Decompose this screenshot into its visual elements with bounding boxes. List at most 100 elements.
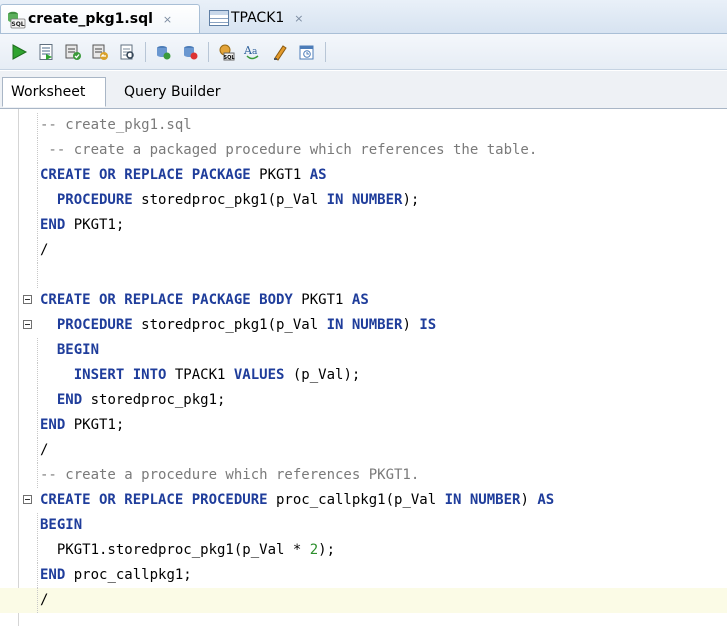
code-line[interactable]: / bbox=[0, 588, 727, 613]
code-line[interactable]: -- create_pkg1.sql bbox=[0, 113, 727, 138]
sql-keyword: END bbox=[40, 567, 66, 583]
sql-text: / bbox=[40, 592, 49, 608]
code-line[interactable]: PROCEDURE storedproc_pkg1(p_Val IN NUMBE… bbox=[0, 313, 727, 338]
fold-collapse-icon[interactable] bbox=[23, 320, 32, 329]
sql-text: ); bbox=[402, 192, 420, 208]
sql-keyword: PROCEDURE bbox=[56, 317, 133, 333]
tab-query-builder[interactable]: Query Builder bbox=[116, 77, 229, 107]
sql-text: (p_Val); bbox=[284, 367, 361, 383]
code-line[interactable]: / bbox=[0, 238, 727, 263]
indent-guide bbox=[37, 138, 38, 163]
code-text: INSERT INTO TPACK1 VALUES (p_Val); bbox=[40, 363, 361, 388]
sql-text: storedproc_pkg1(p_Val bbox=[132, 192, 327, 208]
to-upper-case-icon[interactable]: Aa bbox=[242, 41, 264, 63]
code-line[interactable]: PKGT1.storedproc_pkg1(p_Val * 2); bbox=[0, 538, 727, 563]
code-line[interactable]: INSERT INTO TPACK1 VALUES (p_Val); bbox=[0, 363, 727, 388]
code-line[interactable]: END PKGT1; bbox=[0, 213, 727, 238]
code-line[interactable]: END storedproc_pkg1; bbox=[0, 388, 727, 413]
code-line[interactable]: PROCEDURE storedproc_pkg1(p_Val IN NUMBE… bbox=[0, 188, 727, 213]
sql-editor[interactable]: -- create_pkg1.sql -- create a packaged … bbox=[0, 109, 727, 626]
code-text: END proc_callpkg1; bbox=[40, 563, 192, 588]
run-statement-icon[interactable] bbox=[8, 41, 30, 63]
tab-tpack1[interactable]: TPACK1 × bbox=[205, 4, 325, 32]
code-text: / bbox=[40, 238, 48, 263]
sql-keyword: END bbox=[56, 392, 83, 408]
sql-keyword: IS bbox=[419, 317, 437, 333]
code-line[interactable]: -- create a packaged procedure which ref… bbox=[0, 138, 727, 163]
code-text: -- create_pkg1.sql bbox=[40, 113, 192, 138]
unshared-sql-icon[interactable]: SQL bbox=[215, 41, 237, 63]
sql-keyword: IN NUMBER bbox=[326, 317, 403, 333]
sql-keyword: AS bbox=[309, 167, 327, 183]
editor-sub-tabs: Worksheet Query Builder bbox=[0, 71, 727, 109]
code-line[interactable] bbox=[0, 263, 727, 288]
autotrace-icon[interactable] bbox=[116, 41, 138, 63]
rollback-icon[interactable] bbox=[89, 41, 111, 63]
fold-collapse-icon[interactable] bbox=[23, 295, 32, 304]
indent-guide bbox=[37, 413, 38, 438]
run-script-icon[interactable] bbox=[35, 41, 57, 63]
code-text: CREATE OR REPLACE PACKAGE BODY PKGT1 AS bbox=[40, 288, 369, 313]
indent-guide bbox=[37, 588, 38, 613]
code-line[interactable]: CREATE OR REPLACE PACKAGE PKGT1 AS bbox=[0, 163, 727, 188]
code-text: PROCEDURE storedproc_pkg1(p_Val IN NUMBE… bbox=[40, 313, 436, 338]
sql-text: proc_callpkg1; bbox=[65, 567, 192, 583]
indent-guide bbox=[37, 388, 38, 413]
sql-comment: -- create_pkg1.sql bbox=[40, 117, 192, 133]
code-line[interactable]: -- create a procedure which references P… bbox=[0, 463, 727, 488]
code-text: -- create a packaged procedure which ref… bbox=[40, 138, 537, 163]
sql-text: storedproc_pkg1(p_Val bbox=[132, 317, 327, 333]
commit-icon[interactable] bbox=[62, 41, 84, 63]
sql-text: storedproc_pkg1; bbox=[82, 392, 226, 408]
code-line[interactable]: / bbox=[0, 438, 727, 463]
sql-keyword: BEGIN bbox=[40, 517, 83, 533]
sql-keyword: CREATE OR REPLACE PACKAGE BODY bbox=[40, 292, 293, 308]
code-text: BEGIN bbox=[40, 513, 82, 538]
code-line[interactable]: CREATE OR REPLACE PROCEDURE proc_callpkg… bbox=[0, 488, 727, 513]
indent-guide bbox=[37, 263, 38, 288]
sql-keyword: VALUES bbox=[233, 367, 285, 383]
code-line[interactable]: END proc_callpkg1; bbox=[0, 563, 727, 588]
fold-collapse-icon[interactable] bbox=[23, 495, 32, 504]
toolbar-separator bbox=[208, 41, 209, 62]
sql-keyword: IN NUMBER bbox=[444, 492, 521, 508]
indent-guide bbox=[37, 338, 38, 363]
tab-label: create_pkg1.sql bbox=[28, 11, 153, 27]
sql-text: ) bbox=[520, 492, 538, 508]
sql-keyword: AS bbox=[351, 292, 369, 308]
sql-text: / bbox=[40, 442, 49, 458]
code-text: END PKGT1; bbox=[40, 213, 124, 238]
tab-create-pkg1-sql[interactable]: SQL create_pkg1.sql × bbox=[0, 4, 200, 33]
sql-text: PKGT1; bbox=[65, 417, 125, 433]
document-tab-strip: SQL create_pkg1.sql × TPACK1 × bbox=[0, 0, 727, 34]
tab-worksheet[interactable]: Worksheet bbox=[2, 77, 106, 107]
sql-text: proc_callpkg1(p_Val bbox=[267, 492, 445, 508]
sql-text: / bbox=[40, 242, 49, 258]
sql-tuning-icon[interactable] bbox=[179, 41, 201, 63]
code-text: PKGT1.storedproc_pkg1(p_Val * 2); bbox=[40, 538, 335, 563]
indent-guide bbox=[37, 363, 38, 388]
code-line[interactable]: CREATE OR REPLACE PACKAGE BODY PKGT1 AS bbox=[0, 288, 727, 313]
explain-plan-icon[interactable] bbox=[152, 41, 174, 63]
sql-comment: -- create a packaged procedure which ref… bbox=[40, 142, 538, 158]
indent-guide bbox=[37, 563, 38, 588]
svg-text:SQL: SQL bbox=[223, 55, 235, 61]
code-text: -- create a procedure which references P… bbox=[40, 463, 419, 488]
clear-icon[interactable] bbox=[269, 41, 291, 63]
indent-guide bbox=[37, 213, 38, 238]
sql-text: ) bbox=[402, 317, 420, 333]
code-text: PROCEDURE storedproc_pkg1(p_Val IN NUMBE… bbox=[40, 188, 419, 213]
sql-history-icon[interactable] bbox=[296, 41, 318, 63]
close-icon[interactable]: × bbox=[294, 12, 303, 25]
code-text: CREATE OR REPLACE PACKAGE PKGT1 AS bbox=[40, 163, 327, 188]
code-text: END PKGT1; bbox=[40, 413, 124, 438]
code-text: END storedproc_pkg1; bbox=[40, 388, 226, 413]
code-line[interactable]: BEGIN bbox=[0, 513, 727, 538]
code-line[interactable]: BEGIN bbox=[0, 338, 727, 363]
sql-file-icon: SQL bbox=[5, 8, 27, 30]
code-text: / bbox=[40, 588, 48, 613]
close-icon[interactable]: × bbox=[163, 13, 172, 26]
code-line[interactable]: END PKGT1; bbox=[0, 413, 727, 438]
